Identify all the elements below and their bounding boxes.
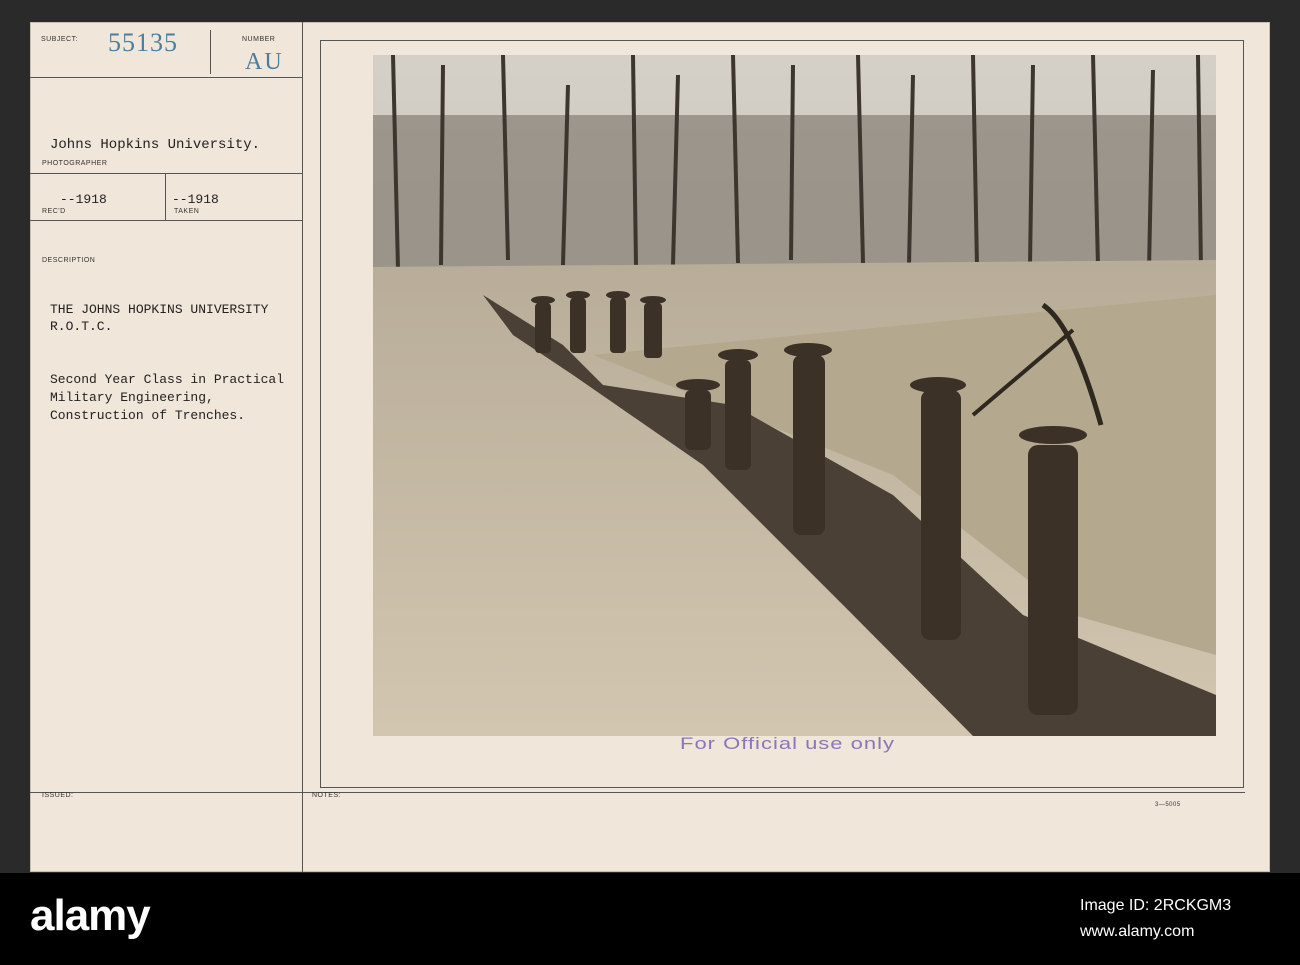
date-divider (165, 174, 166, 220)
issued-label: ISSUED: (42, 792, 74, 799)
photographer-rule (30, 173, 302, 174)
notes-label: NOTES: (312, 792, 342, 799)
date-rule (30, 220, 302, 221)
frame-right (1243, 40, 1244, 788)
taken-label: TAKEN (174, 208, 200, 215)
description-title-1: THE JOHNS HOPKINS UNIVERSITY (50, 302, 269, 317)
alamy-logo: alamy (30, 891, 151, 940)
photo-scene (373, 55, 1216, 736)
image-id: Image ID: 2RCKGM3 (1080, 897, 1232, 914)
frame-top (320, 40, 1244, 41)
official-use-stamp: For Official use only (680, 734, 896, 753)
trench-photograph (373, 55, 1216, 736)
description-title-2: R.O.T.C. (50, 319, 113, 334)
header-divider (210, 30, 211, 74)
description-body-2: Military Engineering, (50, 390, 214, 405)
frame-bottom (320, 787, 1244, 788)
form-number: 3—5005 (1155, 802, 1181, 808)
number-value: AU (245, 49, 284, 75)
description-body-1: Second Year Class in Practical (50, 372, 285, 387)
alamy-footer: alamy Image ID: 2RCKGM3 www.alamy.com (0, 873, 1300, 965)
description-label: DESCRIPTION (42, 257, 96, 264)
subject-label: SUBJECT: (41, 36, 79, 43)
taken-value: --1918 (172, 192, 219, 207)
photographer-label: PHOTOGRAPHER (42, 160, 108, 167)
alamy-site: www.alamy.com (1080, 923, 1195, 940)
photographer-value: Johns Hopkins University. (50, 137, 261, 153)
header-rule (30, 77, 302, 78)
number-label: NUMBER (242, 36, 276, 43)
frame-left (320, 40, 321, 788)
subject-number: 55135 (108, 28, 178, 57)
recd-value: --1918 (60, 192, 107, 207)
description-body-3: Construction of Trenches. (50, 408, 246, 423)
bottom-rule (30, 792, 1245, 793)
left-column-rule (302, 22, 303, 872)
recd-label: REC'D (42, 208, 66, 215)
